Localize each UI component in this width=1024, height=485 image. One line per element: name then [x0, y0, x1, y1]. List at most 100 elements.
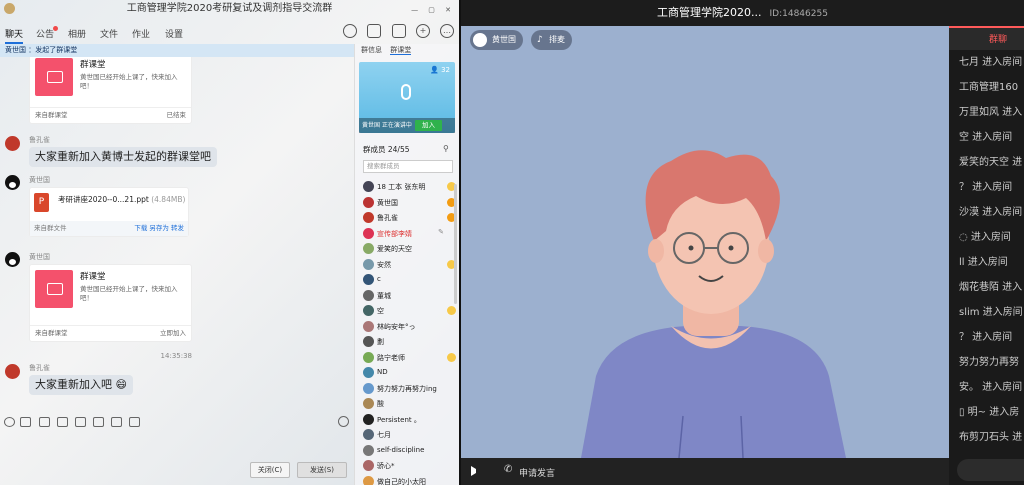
- tab-homework[interactable]: 作业: [132, 27, 150, 40]
- video-stage[interactable]: 黄世国 ♪ 排麦: [461, 26, 949, 458]
- music-icon[interactable]: [93, 417, 104, 427]
- join-entry: 烟花巷陌 进入: [959, 282, 1023, 293]
- cartoon-person-illustration: [581, 150, 846, 458]
- join-entry: 布剪刀石头 进: [959, 432, 1023, 443]
- member-item[interactable]: 路宁老师: [363, 350, 458, 366]
- unread-dot: [53, 26, 58, 31]
- file-actions[interactable]: 下载 另存为 转发: [134, 221, 184, 236]
- group-class-window: 工商管理学院2020... ID:14846255 黄世国 ♪ 排麦 ✆ 申请发…: [461, 0, 1024, 485]
- member-item[interactable]: 董城: [363, 288, 458, 304]
- gif-icon[interactable]: [20, 417, 31, 427]
- card-footer: 立即加入 来自群课堂: [30, 325, 191, 341]
- avatar[interactable]: [5, 252, 20, 267]
- member-item[interactable]: 爱笑的天空: [363, 241, 458, 257]
- speaker-icon[interactable]: [471, 466, 483, 476]
- viewer-count-value: 32: [441, 66, 450, 74]
- join-entry: ？ 进入房间: [959, 332, 1013, 343]
- video-call-icon[interactable]: [367, 24, 381, 38]
- close-button[interactable]: 关闭(C): [250, 462, 290, 478]
- file-message[interactable]: P 考研讲座2020--0...21.ppt (4.84MB) 下载 另存为 转…: [29, 187, 189, 237]
- emoji-icon[interactable]: [4, 417, 15, 427]
- member-item[interactable]: 鲁孔雀: [363, 210, 458, 226]
- avatar: [363, 212, 374, 223]
- card-source: 来自群课堂: [35, 111, 68, 119]
- member-item[interactable]: c: [363, 272, 458, 288]
- file-footer: 下载 另存为 转发 来自群文件: [30, 221, 188, 236]
- tab-group-chat[interactable]: 群聊: [949, 26, 1024, 50]
- room-id: ID:14846255: [769, 9, 828, 19]
- card-join-link[interactable]: 立即加入: [160, 326, 186, 341]
- tab-chat[interactable]: 聊天: [5, 27, 24, 44]
- bell-icon[interactable]: [111, 417, 122, 427]
- window-controls[interactable]: — ▢ ✕: [411, 2, 455, 19]
- card-title: 群课堂: [80, 272, 106, 282]
- member-item[interactable]: 劃: [363, 334, 458, 350]
- chat-tabs: 聊天 公告 相册 文件 作业 设置: [0, 20, 459, 44]
- tab-album[interactable]: 相册: [68, 27, 86, 40]
- edit-icon[interactable]: ✎: [438, 228, 444, 236]
- folder-icon[interactable]: [57, 417, 68, 427]
- tab-group-class[interactable]: 群课堂: [390, 46, 412, 55]
- avatar: [363, 429, 374, 440]
- member-item[interactable]: 酸: [363, 396, 458, 412]
- chat-area: 群课堂 黄世国已经开始上课了，快来加入吧！ 已结束 来自群课堂 鲁孔雀 大家重新加…: [0, 57, 354, 405]
- tab-announcement[interactable]: 公告: [36, 27, 54, 40]
- group-side-panel: 群信息 群课堂 👤 32 黄世国 正在演讲中 加入 群成员 24/55 ⚲ 搜索…: [354, 44, 459, 485]
- avatar[interactable]: [5, 175, 20, 190]
- member-name: 宣传部李婧: [377, 229, 412, 238]
- join-entry: ▯ 明~ 进入房: [959, 407, 1020, 418]
- member-name: 18 工本 张东明: [377, 183, 426, 191]
- chat-input[interactable]: [957, 459, 1024, 481]
- notice-bar[interactable]: 黄世国 ：发起了群课堂: [0, 44, 354, 57]
- avatar: [363, 227, 374, 239]
- member-name: 做自己的小太阳: [377, 477, 426, 485]
- member-item[interactable]: 做自己的小太阳: [363, 474, 458, 485]
- join-entry: 安。 进入房间: [959, 382, 1023, 393]
- member-item[interactable]: 七月: [363, 427, 458, 443]
- image-icon[interactable]: [75, 417, 86, 427]
- member-name: 努力努力再努力ing: [377, 384, 437, 393]
- phone-icon[interactable]: [343, 24, 357, 38]
- group-class-card[interactable]: 群课堂 黄世国已经开始上课了，快来加入吧！ 立即加入 来自群课堂: [29, 264, 192, 342]
- tab-settings[interactable]: 设置: [165, 27, 183, 40]
- more-icon[interactable]: …: [440, 24, 454, 38]
- member-item[interactable]: 18 工本 张东明: [363, 179, 458, 195]
- member-item[interactable]: 努力努力再努力ing: [363, 381, 458, 397]
- send-button[interactable]: 发送(S): [297, 462, 347, 478]
- member-item[interactable]: 林屿安年°っ: [363, 319, 458, 335]
- member-item[interactable]: self-discipline: [363, 443, 458, 459]
- member-item[interactable]: ND: [363, 365, 458, 381]
- member-item[interactable]: 宣传部李婧 ✎: [363, 226, 458, 242]
- group-class-card[interactable]: 群课堂 黄世国已经开始上课了，快来加入吧！ 已结束 来自群课堂: [29, 57, 192, 124]
- tab-group-info[interactable]: 群信息: [361, 46, 382, 54]
- history-clock-icon[interactable]: [338, 416, 349, 427]
- message-bubble: 大家重新加入吧 😄: [29, 375, 133, 395]
- apply-speak-button[interactable]: 申请发言: [519, 466, 555, 479]
- room-chat-panel: 群聊 七月 进入房间 工商管理160 万里如风 进入 空 进入房间 爱笑的天空 …: [949, 26, 1024, 485]
- tab-files[interactable]: 文件: [100, 27, 118, 40]
- join-entry: 工商管理160: [959, 82, 1019, 93]
- member-scrollbar[interactable]: [454, 184, 457, 304]
- message-bubble: 大家重新加入黄博士发起的群课堂吧: [29, 147, 217, 167]
- avatar[interactable]: [5, 364, 20, 379]
- member-item[interactable]: Persistent 。: [363, 412, 458, 428]
- screenshot-icon[interactable]: [39, 417, 50, 427]
- member-item[interactable]: 骄心*: [363, 458, 458, 474]
- add-icon[interactable]: +: [416, 24, 430, 38]
- microphone-icon: [401, 84, 411, 100]
- file-size: (4.84MB): [151, 195, 186, 204]
- member-name: 酸: [377, 400, 384, 408]
- avatar: [363, 336, 374, 347]
- card-desc: 黄世国已经开始上课了，快来加入吧！: [80, 73, 178, 90]
- search-icon[interactable]: ⚲: [443, 144, 449, 153]
- member-item[interactable]: 黄世国: [363, 195, 458, 211]
- members-header: 群成员 24/55: [363, 145, 410, 154]
- join-class-button[interactable]: 加入: [415, 120, 442, 131]
- member-item[interactable]: 空: [363, 303, 458, 319]
- member-search-input[interactable]: 搜索群成员: [363, 160, 453, 173]
- whiteboard-icon[interactable]: [392, 24, 406, 38]
- avatar[interactable]: [5, 136, 20, 151]
- mic-icon[interactable]: [129, 417, 140, 427]
- member-item[interactable]: 安然: [363, 257, 458, 273]
- group-class-preview[interactable]: 👤 32 黄世国 正在演讲中 加入: [359, 62, 455, 133]
